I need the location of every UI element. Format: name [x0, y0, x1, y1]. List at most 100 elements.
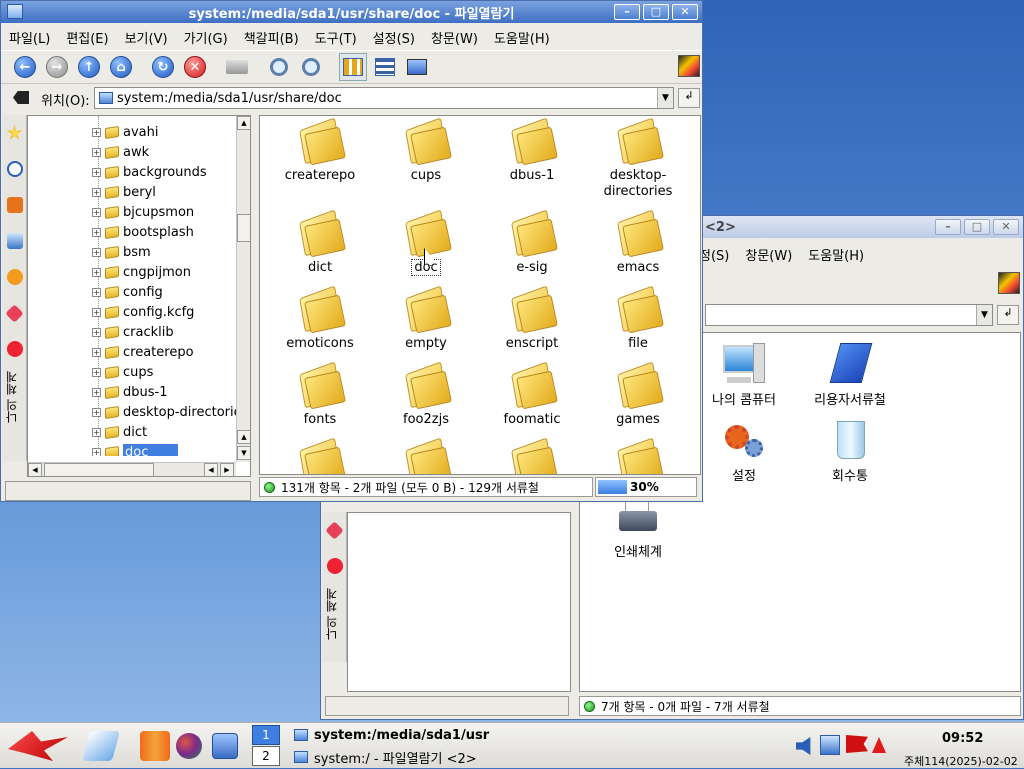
clear-location-icon[interactable] [13, 91, 29, 104]
go-button[interactable]: ↲ [997, 305, 1019, 325]
sidebar-label[interactable]: 나의 체계 [323, 584, 340, 644]
bookmark-tab[interactable] [3, 295, 26, 331]
folder-item[interactable]: games [588, 362, 688, 428]
expand-icon[interactable]: + [92, 187, 101, 197]
scroll-up-arrow-icon[interactable]: ▲ [237, 430, 250, 444]
editor-icon[interactable] [81, 731, 121, 761]
tree-item[interactable]: + backgrounds [92, 162, 207, 182]
scrollbar-thumb[interactable] [44, 463, 154, 476]
maximize-icon[interactable]: □ [643, 4, 669, 20]
menu-window[interactable]: 창문(W) [737, 245, 800, 264]
scroll-down-arrow-icon[interactable]: ▼ [237, 446, 250, 460]
main-window-titlebar[interactable]: system:/media/sda1/usr/share/doc - 파일열람기… [1, 1, 702, 23]
folder-item[interactable]: doc [376, 210, 476, 276]
pager-desktop-1[interactable]: 1 [252, 725, 280, 745]
expand-icon[interactable]: + [92, 147, 101, 157]
expand-icon[interactable]: + [92, 447, 101, 456]
bookmarks-tab[interactable] [3, 115, 26, 151]
tree-vertical-scrollbar[interactable]: ▲ ▲ ▼ [236, 116, 250, 462]
expand-icon[interactable]: + [92, 287, 101, 297]
terminal-icon[interactable] [212, 733, 238, 759]
tree-item[interactable]: + createrepo [92, 342, 194, 362]
pager-desktop-2[interactable]: 2 [252, 746, 280, 766]
tree-item[interactable]: + bjcupsmon [92, 202, 194, 222]
volume-icon[interactable] [796, 737, 811, 755]
menu-go[interactable]: 가기(G) [176, 28, 236, 47]
folder-item[interactable]: empty [376, 286, 476, 352]
second-location-combo[interactable]: ▼ [705, 304, 993, 326]
icon-user-folder[interactable]: 리용자서류철 [800, 343, 900, 409]
forward-button[interactable]: → [43, 53, 71, 81]
icon-printer[interactable]: 인쇄체계 [588, 495, 688, 561]
maximize-icon[interactable]: □ [964, 219, 990, 235]
expand-icon[interactable]: + [92, 427, 101, 437]
zoom-out-button[interactable] [297, 53, 325, 81]
scroll-left-arrow-icon[interactable]: ◀ [204, 463, 218, 476]
task-second-window[interactable]: system:/ - 파일열람기 <2> [294, 747, 477, 767]
sidebar-label[interactable]: 나의 체계 [3, 367, 20, 427]
location-combo[interactable]: system:/media/sda1/usr/share/doc ▼ [94, 87, 674, 109]
folder-item[interactable]: file [588, 286, 688, 352]
start-menu-icon[interactable] [8, 731, 68, 761]
scroll-up-arrow-icon[interactable]: ▲ [237, 116, 250, 130]
close-icon[interactable]: ✕ [672, 4, 698, 20]
expand-icon[interactable]: + [92, 327, 101, 337]
home-button[interactable]: ⌂ [107, 53, 135, 81]
menu-settings[interactable]: 설정(S) [365, 28, 423, 47]
tree-item[interactable]: + awk [92, 142, 149, 162]
bookmark-icon[interactable] [323, 512, 346, 548]
tray-app-icon[interactable] [872, 737, 886, 753]
tree-item[interactable]: + dict [92, 422, 147, 442]
minimize-icon[interactable]: – [935, 219, 961, 235]
tree-item[interactable]: + cngpijmon [92, 262, 191, 282]
folder-item[interactable]: emacs [588, 210, 688, 276]
file-manager-icon[interactable] [140, 731, 170, 761]
network-tab[interactable] [3, 223, 26, 259]
icon-my-computer[interactable]: 나의 콤퓨터 [694, 343, 794, 409]
tree-item[interactable]: + dbus-1 [92, 382, 167, 402]
folder-item[interactable]: foomatic [482, 362, 582, 428]
home-folder-tab[interactable] [3, 187, 26, 223]
tree-item[interactable]: + doc [92, 442, 179, 456]
history-tab[interactable] [3, 151, 26, 187]
scroll-right-arrow-icon[interactable]: ▶ [220, 463, 234, 476]
chevron-down-icon[interactable]: ▼ [657, 88, 673, 108]
menu-help[interactable]: 도움말(H) [800, 245, 872, 264]
folder-item[interactable]: enscript [482, 286, 582, 352]
web-browser-icon[interactable] [176, 733, 202, 759]
folder-item[interactable]: dict [270, 210, 370, 276]
tree-item[interactable]: + cracklib [92, 322, 174, 342]
tree-item[interactable]: + bsm [92, 242, 151, 262]
print-button[interactable] [223, 53, 251, 81]
expand-icon[interactable]: + [92, 387, 101, 397]
folder-item[interactable]: dbus-1 [482, 118, 582, 184]
stop-button[interactable]: ✕ [181, 53, 209, 81]
menu-edit[interactable]: 편집(E) [58, 28, 116, 47]
reload-button[interactable]: ↻ [149, 53, 177, 81]
tree-item[interactable]: + desktop-directorie [92, 402, 236, 422]
tree-item[interactable]: + config [92, 282, 163, 302]
folder-item[interactable]: emoticons [270, 286, 370, 352]
task-main-window[interactable]: system:/media/sda1/usr [294, 725, 489, 745]
expand-icon[interactable]: + [92, 347, 101, 357]
clock[interactable]: 09:52 [942, 731, 983, 746]
folder-item[interactable]: desktop- directories [588, 118, 688, 200]
minimize-icon[interactable]: – [614, 4, 640, 20]
expand-icon[interactable]: + [92, 127, 101, 137]
pin-tab[interactable] [3, 331, 26, 367]
tree-item[interactable]: + bootsplash [92, 222, 194, 242]
menu-help[interactable]: 도움말(H) [486, 28, 558, 47]
up-button[interactable]: ↑ [75, 53, 103, 81]
expand-icon[interactable]: + [92, 227, 101, 237]
icon-trash[interactable]: 회수통 [800, 419, 900, 485]
icon-view-button[interactable] [339, 53, 367, 81]
services-tab[interactable] [3, 259, 26, 295]
tree-horizontal-scrollbar[interactable]: ◀ ◀ ▶ [28, 462, 236, 476]
scrollbar-thumb[interactable] [237, 214, 250, 242]
network-status-icon[interactable] [820, 735, 840, 755]
zoom-in-button[interactable] [265, 53, 293, 81]
main-file-manager-window[interactable]: system:/media/sda1/usr/share/doc - 파일열람기… [0, 0, 703, 502]
folder-item[interactable]: fonts [270, 362, 370, 428]
detail-view-button[interactable] [371, 53, 399, 81]
scroll-left-arrow-icon[interactable]: ◀ [28, 463, 42, 476]
